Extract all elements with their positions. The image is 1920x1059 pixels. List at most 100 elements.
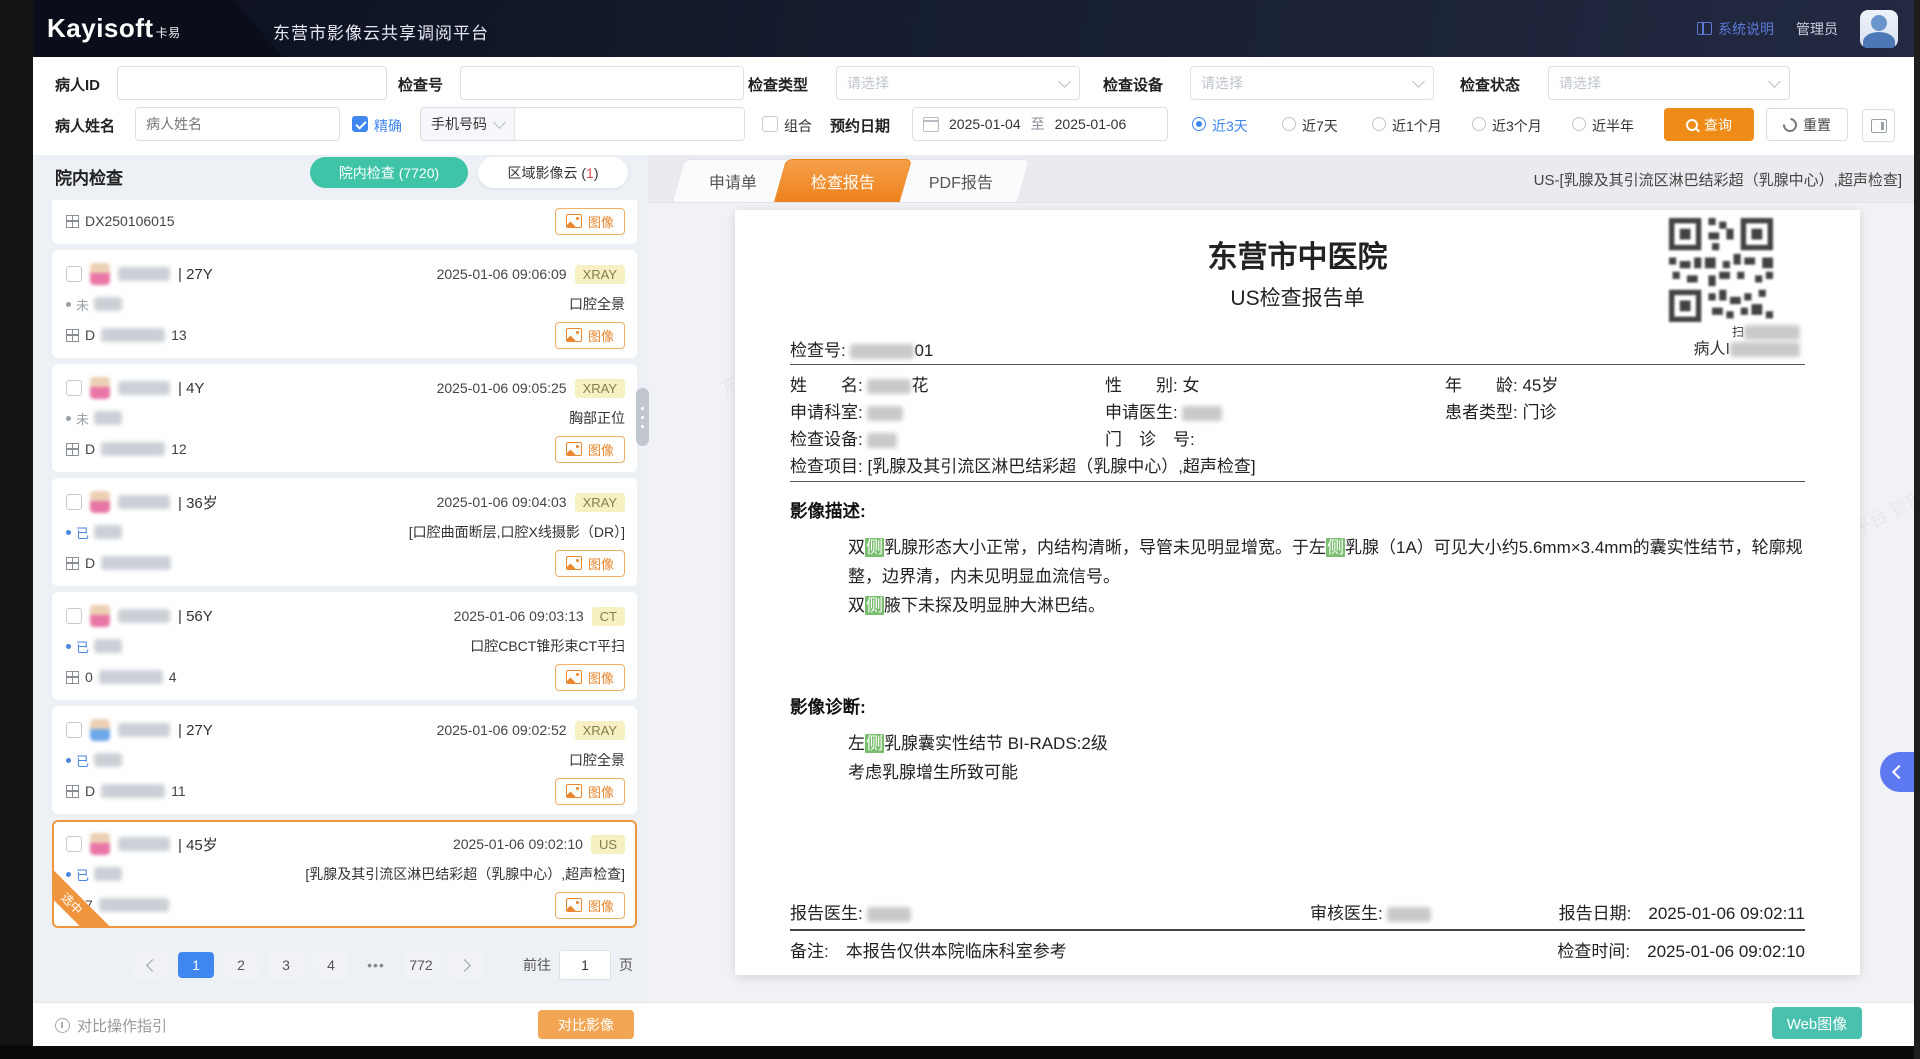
status-redacted	[94, 639, 122, 653]
compare-images-button[interactable]: 对比影像	[538, 1010, 634, 1039]
prev-page-button[interactable]	[133, 952, 169, 978]
phone-input[interactable]	[515, 108, 744, 140]
patient-name-input[interactable]	[135, 107, 340, 141]
exam-card-partial[interactable]: DX250106015 图像	[52, 200, 637, 244]
exam-card[interactable]: | 56Y 2025-01-06 09:03:13 CT 已 口腔CBCT锥形束…	[52, 592, 637, 700]
page-button-1[interactable]: 1	[178, 952, 214, 978]
page-button-4[interactable]: 4	[313, 952, 349, 978]
range-7d-radio[interactable]	[1282, 117, 1296, 131]
exam-card[interactable]: | 27Y 2025-01-06 09:06:09 XRAY 未 口腔全景 D1…	[52, 250, 637, 358]
report-panel: 申请单 检查报告 PDF报告 US-[乳腺及其引流区淋巴结彩超（乳腺中心）,超声…	[648, 155, 1914, 1002]
range-3d-label[interactable]: 近3天	[1212, 116, 1248, 136]
remark-row: 备注: 本报告仅供本院临床科室参考 检查时间: 2025-01-06 09:02…	[790, 937, 1805, 963]
search-button[interactable]: 查询	[1664, 108, 1754, 141]
doctor-redacted	[1182, 406, 1222, 421]
grid-icon	[66, 785, 79, 798]
accession-number: D12	[66, 441, 187, 457]
phone-type-label: 手机号码	[431, 114, 487, 134]
exam-card[interactable]: | 36岁 2025-01-06 09:04:03 XRAY 已 [口腔曲面断层…	[52, 478, 637, 586]
image-icon	[566, 784, 582, 798]
grid-icon	[66, 557, 79, 570]
range-1m-label[interactable]: 近1个月	[1392, 116, 1442, 136]
system-help-link[interactable]: 系统说明	[1697, 19, 1774, 39]
phone-type-select[interactable]: 手机号码	[421, 108, 515, 140]
accession-redacted	[101, 328, 165, 342]
tab-region-suffix: )	[594, 165, 599, 181]
view-image-button[interactable]: 图像	[555, 208, 625, 235]
app-header: Kayisoft卡易 东营市影像云共享调阅平台 系统说明 管理员	[33, 0, 1914, 57]
collapse-panel-button[interactable]	[1880, 752, 1914, 792]
web-image-button[interactable]: Web图像	[1772, 1007, 1862, 1039]
exam-checkbox[interactable]	[66, 380, 82, 396]
goto-page-input[interactable]	[559, 950, 611, 980]
exam-checkbox[interactable]	[66, 266, 82, 282]
exam-card[interactable]: | 4Y 2025-01-06 09:05:25 XRAY 未 胸部正位 D12…	[52, 364, 637, 472]
page-ellipsis[interactable]: •••	[358, 952, 394, 978]
exam-no-input[interactable]	[460, 66, 744, 100]
report-tabbar: 申请单 检查报告 PDF报告 US-[乳腺及其引流区淋巴结彩超（乳腺中心）,超声…	[648, 155, 1914, 203]
panel-title: 院内检查	[55, 164, 123, 189]
system-help-label: 系统说明	[1718, 19, 1774, 39]
accession-number: DX250106015	[66, 213, 175, 229]
status-redacted	[94, 525, 122, 539]
tab-region-cloud[interactable]: 区域影像云 (1)	[478, 157, 628, 188]
exam-checkbox[interactable]	[66, 494, 82, 510]
chevron-right-icon	[458, 959, 471, 972]
exam-checkbox[interactable]	[66, 722, 82, 738]
exam-type-select[interactable]: 请选择	[836, 66, 1080, 100]
tab-pdf-report[interactable]: PDF报告	[892, 159, 1030, 202]
exam-status-select[interactable]: 请选择	[1548, 66, 1790, 100]
exact-label: 精确	[374, 116, 402, 136]
layout-switch-button[interactable]	[1862, 109, 1895, 142]
page-title: 东营市影像云共享调阅平台	[273, 19, 489, 44]
exam-time: 2025-01-06 09:04:03	[437, 494, 567, 510]
exact-checkbox[interactable]	[352, 116, 368, 132]
range-6m-radio[interactable]	[1572, 117, 1586, 131]
range-1m-radio[interactable]	[1372, 117, 1386, 131]
bottom-bar: 对比操作指引 对比影像 Web图像	[33, 1002, 1914, 1046]
exam-checkbox[interactable]	[66, 836, 82, 852]
range-6m-label[interactable]: 近半年	[1592, 116, 1634, 136]
hospital-name: 东营市中医院	[790, 232, 1805, 276]
range-3m-label[interactable]: 近3个月	[1492, 116, 1542, 136]
range-3d-radio[interactable]	[1192, 117, 1206, 131]
exam-card[interactable]: | 27Y 2025-01-06 09:02:52 XRAY 已 口腔全景 D1…	[52, 706, 637, 814]
range-3m-radio[interactable]	[1472, 117, 1486, 131]
next-page-button[interactable]	[448, 952, 484, 978]
date-range-picker[interactable]: 2025-01-04 至 2025-01-06	[912, 107, 1168, 141]
screen-edge-right	[1914, 0, 1920, 1059]
reset-button[interactable]: 重置	[1766, 108, 1848, 141]
patient-age: | 36岁	[178, 492, 218, 513]
view-image-button[interactable]: 图像	[555, 322, 625, 349]
tab-internal-exams[interactable]: 院内检查 (7720)	[310, 157, 468, 188]
combo-checkbox[interactable]	[762, 116, 778, 132]
range-7d-label[interactable]: 近7天	[1302, 116, 1338, 136]
description-section-label: 影像描述:	[790, 498, 1805, 523]
name-redacted	[867, 379, 911, 394]
view-image-button[interactable]: 图像	[555, 550, 625, 577]
view-image-button[interactable]: 图像	[555, 436, 625, 463]
exam-card-selected[interactable]: | 45岁 2025-01-06 09:02:10 US 已 [乳腺及其引流区淋…	[52, 820, 637, 928]
compare-guide-link[interactable]: 对比操作指引	[55, 1015, 167, 1036]
page-button-last[interactable]: 772	[403, 952, 439, 978]
accession-redacted	[99, 670, 163, 684]
view-image-button[interactable]: 图像	[555, 664, 625, 691]
page-button-3[interactable]: 3	[268, 952, 304, 978]
status-dot	[66, 416, 71, 421]
view-image-button[interactable]: 图像	[555, 892, 625, 919]
exam-no-redacted	[850, 344, 914, 359]
exam-item-row: 检查项目: [乳腺及其引流区淋巴结彩超（乳腺中心）,超声检查]	[790, 452, 1805, 479]
patient-info-row: 姓 名: 花 性 别: 女 年 龄: 45岁	[790, 371, 1805, 398]
exam-device-select[interactable]: 请选择	[1190, 66, 1434, 100]
appointment-date-label: 预约日期	[830, 115, 890, 136]
panel-resize-handle[interactable]	[636, 388, 649, 446]
exam-checkbox[interactable]	[66, 608, 82, 624]
tab-exam-report[interactable]: 检查报告	[774, 159, 912, 202]
user-avatar[interactable]	[1860, 10, 1898, 48]
exam-list[interactable]: DX250106015 图像 | 27Y 2025-01-06 09:06:09	[52, 200, 637, 940]
view-image-button[interactable]: 图像	[555, 778, 625, 805]
status-dot	[66, 644, 71, 649]
modality-badge: XRAY	[575, 265, 625, 284]
page-button-2[interactable]: 2	[223, 952, 259, 978]
patient-id-input[interactable]	[117, 66, 387, 100]
